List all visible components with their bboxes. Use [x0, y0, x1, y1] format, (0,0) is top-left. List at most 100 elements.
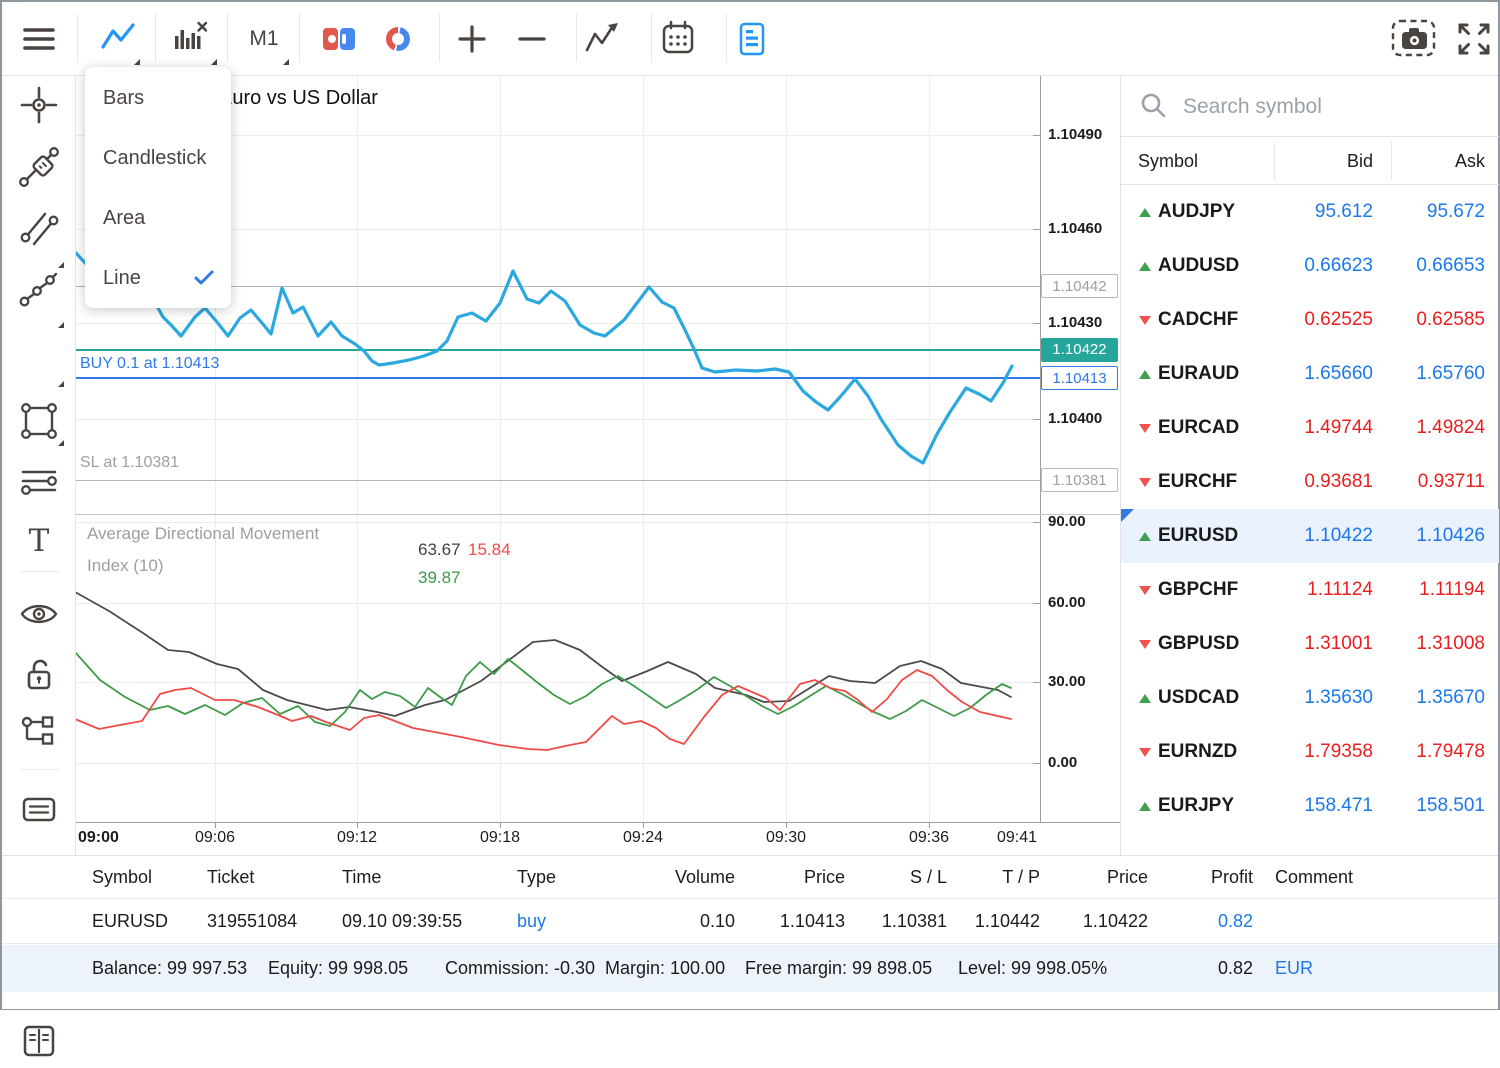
symbol-name: EURAUD: [1158, 347, 1239, 401]
price-axis-spine: [1040, 76, 1041, 822]
timeframe-button[interactable]: M1: [242, 2, 286, 75]
top-toolbar: M1: [2, 2, 1498, 76]
position-row[interactable]: EURUSD 319551084 09.10 09:39:55 buy 0.10…: [2, 899, 1498, 944]
bid-value: 0.93681: [1304, 455, 1373, 509]
stop-loss-line[interactable]: [75, 480, 1040, 481]
symbol-row[interactable]: EURJPY 158.471 158.501: [1121, 779, 1499, 833]
text-tool-button[interactable]: T: [17, 519, 61, 563]
indicator-name-line2[interactable]: Index (10): [87, 556, 164, 576]
symbol-row[interactable]: AUDJPY 95.612 95.672: [1121, 185, 1499, 239]
symbol-row-selected[interactable]: EURUSD 1.10422 1.10426: [1121, 509, 1499, 563]
column-ask: Ask: [1455, 137, 1485, 185]
pie-chart-icon[interactable]: [386, 27, 410, 51]
take-profit-tag[interactable]: 1.10442: [1041, 274, 1118, 298]
trend-arrow-icon: [1139, 370, 1151, 379]
trend-arrow-icon: [1139, 532, 1151, 541]
add-indicator-button[interactable]: [581, 2, 625, 75]
screenshot-button[interactable]: [1390, 2, 1438, 75]
chart-title: Euro vs US Dollar: [219, 87, 378, 110]
journal-button[interactable]: [17, 1019, 61, 1063]
account-currency: EUR: [1275, 945, 1313, 992]
panel-separator[interactable]: [75, 514, 1120, 515]
bid-value: 1.35630: [1304, 671, 1373, 725]
zoom-in-button[interactable]: [450, 2, 494, 75]
economic-calendar-button[interactable]: [656, 2, 700, 75]
trend-arrow-icon: [1139, 478, 1151, 487]
trade-panel: Symbol Ticket Time Type Volume Price S /…: [2, 855, 1498, 1009]
bid-value: 1.31001: [1304, 617, 1373, 671]
symbol-row[interactable]: USDCAD 1.35630 1.35670: [1121, 671, 1499, 725]
symbol-row[interactable]: GBPCHF 1.11124 1.11194: [1121, 563, 1499, 617]
indicator-axis-label: 90.00: [1048, 512, 1086, 532]
indicator-axis-label: 30.00: [1048, 672, 1086, 692]
polyline-tool-button[interactable]: [17, 265, 61, 309]
crosshair-tool-button[interactable]: [17, 83, 61, 127]
lock-tool-button[interactable]: [17, 652, 61, 696]
chart-type-submenu-arrow: [134, 59, 140, 65]
news-panel-button[interactable]: [730, 2, 774, 75]
symbol-name: USDCAD: [1158, 671, 1239, 725]
trend-arrow-icon: [1139, 262, 1151, 271]
symbol-row[interactable]: AUDUSD 0.66623 0.66653: [1121, 239, 1499, 293]
fibonacci-tool-button[interactable]: [17, 145, 61, 189]
column-volume: Volume: [675, 856, 735, 899]
trend-arrow-icon: [1139, 694, 1151, 703]
position-price-open: 1.10413: [780, 899, 845, 944]
symbol-row[interactable]: CADCHF 0.62525 0.62585: [1121, 293, 1499, 347]
timeframe-submenu-arrow: [283, 59, 289, 65]
one-click-trading-button[interactable]: [323, 28, 355, 50]
indicator-name-line1[interactable]: Average Directional Movement: [87, 524, 319, 544]
symbol-row[interactable]: EURAUD 1.65660 1.65760: [1121, 347, 1499, 401]
menu-item-area[interactable]: Area: [85, 188, 231, 248]
time-axis-label: 09:18: [470, 825, 530, 851]
fullscreen-button[interactable]: [1452, 2, 1496, 75]
buy-panel-icon: [340, 28, 355, 50]
time-axis-label: 09:06: [185, 825, 245, 851]
trend-arrow-icon: [1139, 316, 1151, 325]
print-button[interactable]: [17, 787, 61, 831]
symbol-row[interactable]: GBPUSD 1.31001 1.31008: [1121, 617, 1499, 671]
time-axis-label: 09:24: [613, 825, 673, 851]
lines-submenu-arrow: [58, 322, 64, 328]
object-tree-button[interactable]: [17, 710, 61, 754]
bid-value: 1.10422: [1304, 509, 1373, 563]
symbol-name: GBPCHF: [1158, 563, 1238, 617]
shapes-tool-button[interactable]: [17, 399, 61, 443]
horizontal-lines-tool-button[interactable]: [17, 459, 61, 503]
price-axis-label: 1.10430: [1048, 313, 1102, 333]
time-axis-label: 09:41: [980, 825, 1037, 851]
search-input[interactable]: [1181, 90, 1475, 124]
symbol-name: GBPUSD: [1158, 617, 1239, 671]
bar-chart-x-icon: [168, 17, 212, 61]
symbol-row[interactable]: EURCAD 1.49744 1.49824: [1121, 401, 1499, 455]
trend-arrow-icon: [1139, 802, 1151, 811]
column-sl: S / L: [910, 856, 947, 899]
lines-tool-button[interactable]: [17, 205, 61, 249]
price-axis-label: 1.10460: [1048, 219, 1102, 239]
bid-value: 0.66623: [1304, 239, 1373, 293]
trend-arrow-icon: [1139, 748, 1151, 757]
bid-value: 1.49744: [1304, 401, 1373, 455]
symbol-row[interactable]: EURNZD 1.79358 1.79478: [1121, 725, 1499, 779]
minus-icon: [510, 17, 554, 61]
stop-loss-tag[interactable]: 1.10381: [1041, 468, 1118, 492]
symbol-row[interactable]: EURCHF 0.93681 0.93711: [1121, 455, 1499, 509]
menu-item-candlestick[interactable]: Candlestick: [85, 128, 231, 188]
ask-value: 1.79478: [1416, 725, 1485, 779]
visibility-tool-button[interactable]: [17, 592, 61, 636]
ask-value: 158.501: [1416, 779, 1485, 833]
remove-indicator-button[interactable]: [168, 2, 212, 75]
line-chart-icon: [97, 17, 141, 61]
main-menu-button[interactable]: [17, 2, 61, 75]
trend-arrow-icon: [1139, 586, 1151, 595]
zoom-out-button[interactable]: [510, 2, 554, 75]
position-profit: 0.82: [1218, 899, 1253, 944]
search-icon: [1139, 92, 1167, 120]
account-summary-bar: Balance: 99 997.53 Equity: 99 998.05 Com…: [2, 945, 1498, 992]
ask-value: 1.11194: [1419, 563, 1485, 617]
menu-item-bars[interactable]: Bars: [85, 68, 231, 128]
camera-icon: [1390, 18, 1438, 60]
open-position-line[interactable]: [75, 377, 1040, 379]
open-price-tag[interactable]: 1.10413: [1041, 366, 1118, 390]
ask-value: 1.10426: [1416, 509, 1485, 563]
